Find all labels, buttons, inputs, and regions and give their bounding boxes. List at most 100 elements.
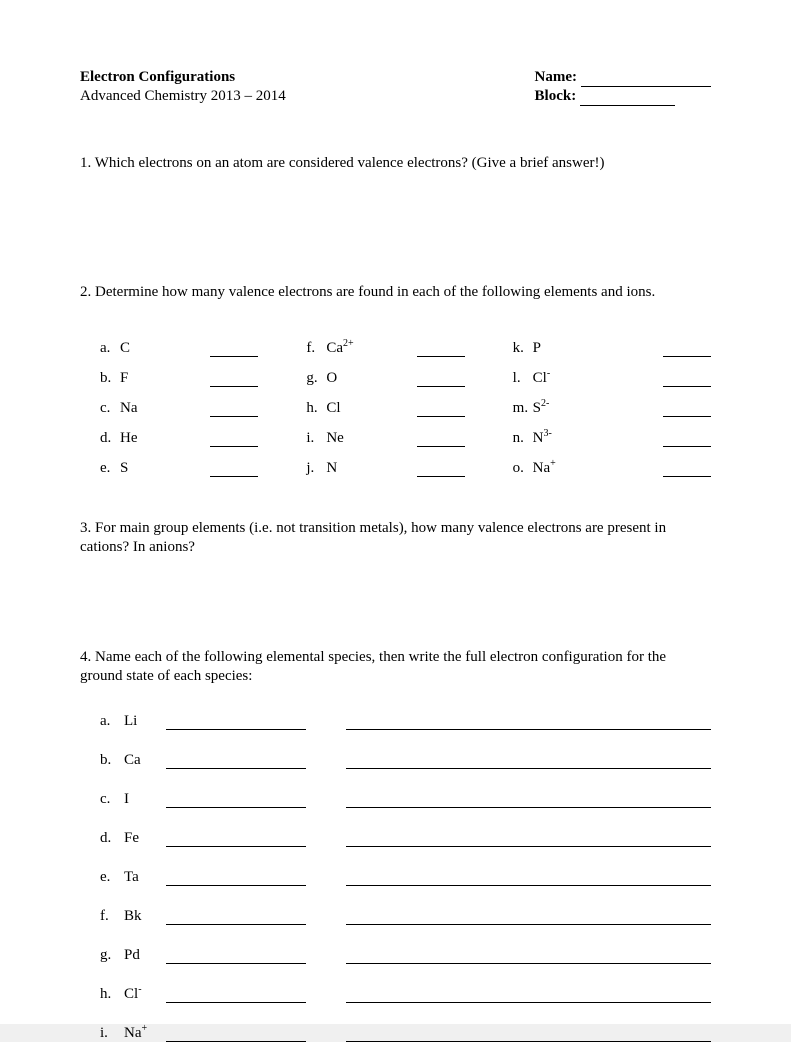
q4-item: g.Pd (100, 947, 711, 964)
answer-blank[interactable] (663, 343, 711, 357)
item-letter: a. (100, 340, 120, 357)
header-right: Name: Block: (535, 68, 711, 106)
q2-text: 2. Determine how many valence electrons … (80, 283, 711, 303)
item-letter: h. (100, 986, 124, 1003)
answer-blank[interactable] (417, 343, 465, 357)
charge-superscript: - (547, 368, 550, 379)
answer-blank[interactable] (417, 373, 465, 387)
answer-blank[interactable] (663, 433, 711, 447)
question-4: 4. Name each of the following elemental … (80, 648, 711, 1042)
item-letter: g. (306, 370, 326, 387)
item-letter: m. (513, 400, 533, 417)
charge-superscript: 3- (544, 428, 552, 439)
configuration-blank[interactable] (346, 872, 711, 886)
q2-item: j.N (306, 447, 504, 477)
name-blank[interactable] (166, 1028, 306, 1042)
q2-item: h.Cl (306, 387, 504, 417)
element-symbol: Cl- (124, 986, 166, 1003)
configuration-blank[interactable] (346, 950, 711, 964)
element-symbol: N (326, 460, 416, 477)
element-symbol: Na+ (533, 460, 663, 477)
element-symbol: Ne (326, 430, 416, 447)
block-line: Block: (535, 87, 711, 106)
item-letter: l. (513, 370, 533, 387)
item-letter: b. (100, 370, 120, 387)
answer-blank[interactable] (417, 433, 465, 447)
q2-item: b.F (100, 357, 298, 387)
element-symbol: N3- (533, 430, 663, 447)
charge-superscript: 2- (541, 398, 549, 409)
item-letter: f. (100, 908, 124, 925)
element-symbol: Cl- (533, 370, 663, 387)
q2-item: f.Ca2+ (306, 327, 504, 357)
q4-text: 4. Name each of the following elemental … (80, 648, 711, 687)
worksheet-title: Electron Configurations (80, 68, 286, 87)
configuration-blank[interactable] (346, 911, 711, 925)
item-letter: j. (306, 460, 326, 477)
q2-column: a.Cb.Fc.Nad.Hee.S (100, 327, 298, 477)
name-blank[interactable] (581, 73, 711, 87)
answer-blank[interactable] (210, 373, 258, 387)
name-label: Name: (535, 68, 577, 87)
q2-item: a.C (100, 327, 298, 357)
name-blank[interactable] (166, 716, 306, 730)
name-blank[interactable] (166, 950, 306, 964)
q2-item: n.N3- (513, 417, 711, 447)
q2-column: k.Pl.Cl-m.S2-n.N3-o.Na+ (513, 327, 711, 477)
q3-text: 3. For main group elements (i.e. not tra… (80, 519, 711, 558)
configuration-blank[interactable] (346, 794, 711, 808)
configuration-blank[interactable] (346, 755, 711, 769)
element-symbol: Bk (124, 908, 166, 925)
q2-item: d.He (100, 417, 298, 447)
answer-blank[interactable] (663, 463, 711, 477)
answer-blank[interactable] (417, 463, 465, 477)
element-symbol: O (326, 370, 416, 387)
block-label: Block: (535, 87, 577, 106)
answer-blank[interactable] (663, 403, 711, 417)
name-blank[interactable] (166, 833, 306, 847)
element-symbol: Ca2+ (326, 340, 416, 357)
q4-item: f.Bk (100, 908, 711, 925)
q4-item: d.Fe (100, 830, 711, 847)
element-symbol: Cl (326, 400, 416, 417)
q2-item: c.Na (100, 387, 298, 417)
element-symbol: F (120, 370, 210, 387)
name-blank[interactable] (166, 755, 306, 769)
answer-blank[interactable] (663, 373, 711, 387)
item-letter: h. (306, 400, 326, 417)
question-3: 3. For main group elements (i.e. not tra… (80, 519, 711, 558)
answer-blank[interactable] (210, 343, 258, 357)
question-2: 2. Determine how many valence electrons … (80, 283, 711, 477)
name-blank[interactable] (166, 989, 306, 1003)
q2-item: g.O (306, 357, 504, 387)
answer-blank[interactable] (417, 403, 465, 417)
item-letter: k. (513, 340, 533, 357)
configuration-blank[interactable] (346, 989, 711, 1003)
element-symbol: Pd (124, 947, 166, 964)
item-letter: i. (306, 430, 326, 447)
name-blank[interactable] (166, 872, 306, 886)
configuration-blank[interactable] (346, 716, 711, 730)
name-blank[interactable] (166, 794, 306, 808)
item-letter: c. (100, 400, 120, 417)
item-letter: b. (100, 752, 124, 769)
element-symbol: C (120, 340, 210, 357)
answer-blank[interactable] (210, 433, 258, 447)
element-symbol: S (120, 460, 210, 477)
block-blank[interactable] (580, 92, 675, 106)
answer-blank[interactable] (210, 403, 258, 417)
configuration-blank[interactable] (346, 833, 711, 847)
item-letter: n. (513, 430, 533, 447)
q2-item: o.Na+ (513, 447, 711, 477)
configuration-blank[interactable] (346, 1028, 711, 1042)
charge-superscript: - (138, 984, 141, 995)
item-letter: d. (100, 430, 120, 447)
charge-superscript: + (550, 458, 556, 469)
name-blank[interactable] (166, 911, 306, 925)
element-symbol: S2- (533, 400, 663, 417)
q4-item: i.Na+ (100, 1025, 711, 1042)
charge-superscript: + (142, 1023, 148, 1034)
answer-blank[interactable] (210, 463, 258, 477)
name-line: Name: (535, 68, 711, 87)
q4-item: b.Ca (100, 752, 711, 769)
